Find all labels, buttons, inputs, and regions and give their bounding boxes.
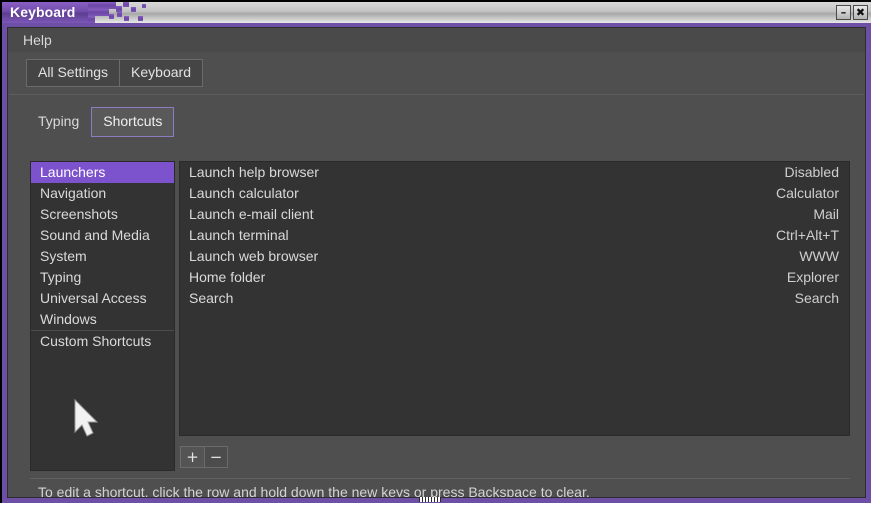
titlebar-pixel-block bbox=[88, 9, 95, 16]
titlebar-pixel-block bbox=[88, 2, 95, 9]
table-row[interactable]: Launch help browser Disabled bbox=[180, 162, 849, 183]
all-settings-button[interactable]: All Settings bbox=[27, 60, 119, 86]
tab-typing[interactable]: Typing bbox=[26, 107, 91, 137]
hint-text: To edit a shortcut, click the row and ho… bbox=[38, 484, 590, 498]
titlebar-pixel-block bbox=[124, 16, 129, 21]
shortcut-action: Launch web browser bbox=[189, 248, 318, 265]
window-title: Keyboard bbox=[10, 4, 75, 21]
menu-item-help[interactable]: Help bbox=[18, 30, 57, 50]
window-controls: – ✖ bbox=[836, 5, 868, 20]
titlebar-pixel-block bbox=[102, 2, 109, 9]
sidebar-item-windows[interactable]: Windows bbox=[31, 309, 174, 330]
titlebar-pixel-block bbox=[109, 14, 114, 19]
hint-bar: To edit a shortcut, click the row and ho… bbox=[30, 478, 850, 498]
desktop-background: Keyboard – ✖ Help All Settings Keyboard bbox=[0, 0, 871, 507]
settings-toolbar: All Settings Keyboard bbox=[26, 59, 203, 87]
sidebar-item-system[interactable]: System bbox=[31, 246, 174, 267]
table-row[interactable]: Home folder Explorer bbox=[180, 267, 849, 288]
shortcut-value: Disabled bbox=[785, 164, 839, 181]
window-titlebar[interactable]: Keyboard – ✖ bbox=[2, 2, 871, 23]
table-row[interactable]: Search Search bbox=[180, 288, 849, 309]
shortcut-value: Explorer bbox=[787, 269, 839, 286]
close-button[interactable]: ✖ bbox=[853, 5, 868, 20]
titlebar-pixel-block bbox=[123, 2, 129, 7]
toolbar-separator bbox=[9, 94, 864, 95]
shortcut-action: Search bbox=[189, 290, 233, 307]
sidebar-item-launchers[interactable]: Launchers bbox=[31, 162, 174, 183]
tab-bar: Typing Shortcuts bbox=[26, 110, 174, 137]
sidebar-item-screenshots[interactable]: Screenshots bbox=[31, 204, 174, 225]
shortcut-list[interactable]: Launch help browser Disabled Launch calc… bbox=[179, 161, 850, 436]
shortcut-action: Home folder bbox=[189, 269, 265, 286]
shortcut-value: Ctrl+Alt+T bbox=[776, 227, 839, 244]
titlebar-pixel-block bbox=[109, 2, 116, 9]
titlebar-pixel-block bbox=[102, 9, 109, 16]
shortcut-action: Launch help browser bbox=[189, 164, 319, 181]
table-row[interactable]: Launch terminal Ctrl+Alt+T bbox=[180, 225, 849, 246]
shortcut-value: WWW bbox=[799, 248, 839, 265]
shortcut-value: Mail bbox=[813, 206, 839, 223]
application-content: Help All Settings Keyboard Typing Shortc… bbox=[7, 27, 866, 498]
tab-shortcuts[interactable]: Shortcuts bbox=[91, 107, 174, 137]
titlebar-pixel-block bbox=[131, 7, 136, 12]
shortcut-action: Launch e-mail client bbox=[189, 206, 314, 223]
shortcut-value: Search bbox=[795, 290, 839, 307]
minimize-button[interactable]: – bbox=[836, 5, 851, 20]
table-row[interactable]: Launch web browser WWW bbox=[180, 246, 849, 267]
window-resize-grip[interactable] bbox=[419, 497, 441, 502]
keyboard-settings-window: Keyboard – ✖ Help All Settings Keyboard bbox=[0, 0, 871, 503]
shortcut-action: Launch calculator bbox=[189, 185, 299, 202]
sidebar-item-navigation[interactable]: Navigation bbox=[31, 183, 174, 204]
table-row[interactable]: Launch calculator Calculator bbox=[180, 183, 849, 204]
add-shortcut-button[interactable]: + bbox=[181, 447, 204, 467]
keyboard-button[interactable]: Keyboard bbox=[119, 60, 202, 86]
remove-shortcut-button[interactable]: − bbox=[204, 447, 227, 467]
list-action-buttons: + − bbox=[180, 446, 228, 468]
sidebar-item-typing[interactable]: Typing bbox=[31, 267, 174, 288]
menu-bar: Help bbox=[8, 28, 865, 52]
titlebar-pixel-block bbox=[138, 16, 143, 21]
table-row[interactable]: Launch e-mail client Mail bbox=[180, 204, 849, 225]
sidebar-item-universal-access[interactable]: Universal Access bbox=[31, 288, 174, 309]
sidebar-item-sound-and-media[interactable]: Sound and Media bbox=[31, 225, 174, 246]
shortcut-value: Calculator bbox=[776, 185, 839, 202]
titlebar-pixel-block bbox=[88, 16, 95, 23]
titlebar-pixel-block bbox=[95, 2, 102, 9]
shortcut-action: Launch terminal bbox=[189, 227, 289, 244]
titlebar-pixel-block bbox=[142, 4, 146, 8]
shortcut-category-list[interactable]: Launchers Navigation Screenshots Sound a… bbox=[30, 161, 175, 471]
titlebar-pixel-block bbox=[117, 12, 122, 17]
window-frame-border: Help All Settings Keyboard Typing Shortc… bbox=[2, 23, 871, 503]
titlebar-pixel-block bbox=[95, 9, 102, 16]
sidebar-item-custom-shortcuts[interactable]: Custom Shortcuts bbox=[31, 331, 174, 352]
